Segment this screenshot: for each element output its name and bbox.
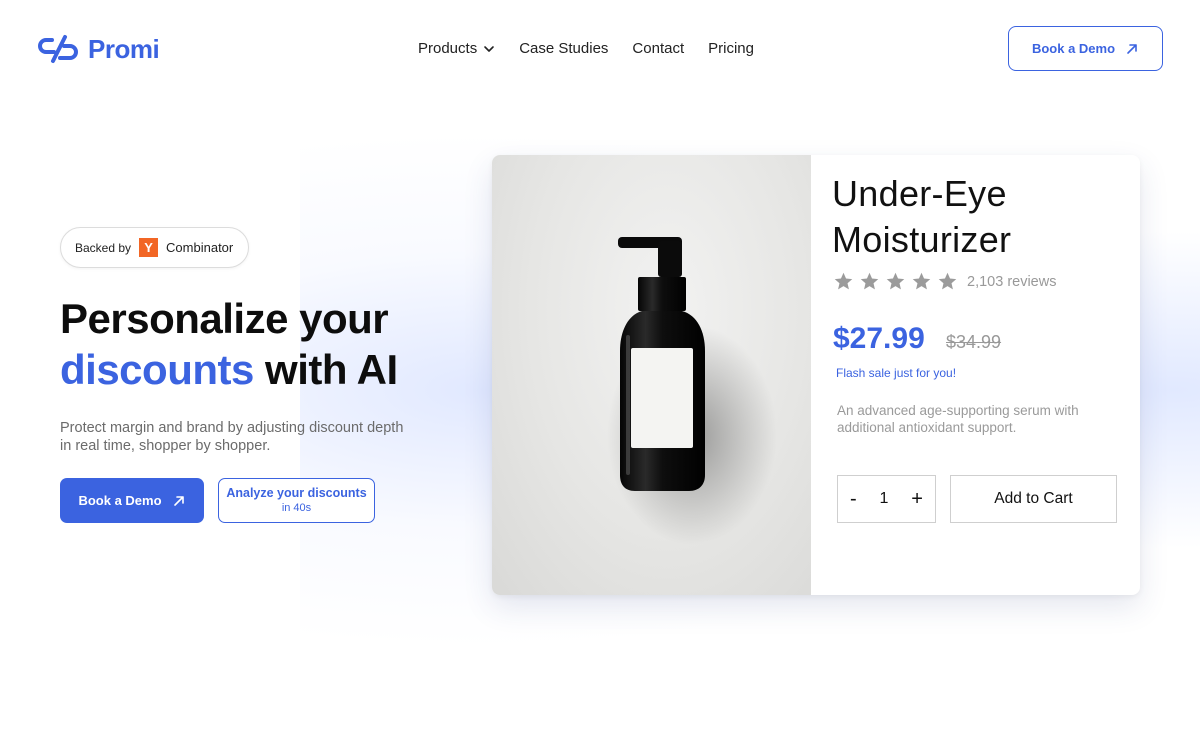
flash-sale-text: Flash sale just for you! (836, 366, 957, 380)
quantity-value[interactable]: 1 (880, 490, 889, 508)
nav-item-pricing[interactable]: Pricing (708, 40, 754, 57)
original-price: $34.99 (946, 332, 1002, 352)
analyze-discounts-button[interactable]: Analyze your discounts in 40s (218, 478, 375, 523)
button-label: Analyze your discounts (226, 485, 367, 500)
hero-headline: Personalize your discounts with AI (60, 293, 480, 395)
star-icon (912, 272, 931, 290)
product-info: Under-Eye Moisturizer 2,103 reviews $27.… (811, 155, 1140, 595)
brand-logo[interactable]: Promi (38, 32, 160, 66)
nav-item-contact[interactable]: Contact (632, 40, 684, 57)
nav-item-label: Pricing (708, 40, 754, 57)
headline-line-2: discounts with AI (60, 344, 480, 395)
arrow-up-right-icon (1127, 43, 1137, 54)
nav-item-label: Products (418, 40, 478, 57)
quantity-stepper: - 1 + (837, 475, 936, 523)
yc-badge: Backed by Y Combinator (60, 227, 249, 268)
nav-item-products[interactable]: Products (418, 40, 495, 57)
hero-subtitle: Protect margin and brand by adjusting di… (60, 420, 404, 454)
product-description: An advanced age-supporting serum with ad… (837, 403, 1079, 435)
button-sublabel: in 40s (281, 501, 312, 514)
quantity-increase-button[interactable]: + (911, 488, 923, 511)
pump-bottle-icon (607, 237, 777, 545)
star-icon (938, 272, 957, 290)
button-label: Book a Demo (78, 493, 162, 508)
headline-accent: discounts (60, 346, 254, 393)
headline-rest: with AI (253, 346, 398, 393)
badge-name: Combinator (166, 240, 234, 255)
chevron-down-icon (484, 45, 495, 52)
rating-stars: 2,103 reviews (833, 271, 1056, 292)
nav-item-label: Contact (632, 40, 685, 57)
star-icon (860, 272, 879, 290)
arrow-up-right-icon (173, 495, 184, 506)
quantity-decrease-button[interactable]: - (850, 488, 857, 511)
product-card: Under-Eye Moisturizer 2,103 reviews $27.… (492, 155, 1140, 595)
add-to-cart-button[interactable]: Add to Cart (950, 475, 1117, 523)
star-icon (886, 272, 905, 290)
current-price: $27.99 (833, 322, 925, 355)
reviews-count[interactable]: 2,103 reviews (967, 274, 1056, 290)
nav-item-case-studies[interactable]: Case Studies (519, 40, 608, 57)
header-book-demo-button[interactable]: Book a Demo (1008, 26, 1163, 71)
yc-logo-icon: Y (139, 238, 159, 257)
brand-name: Promi (88, 33, 160, 64)
book-demo-button[interactable]: Book a Demo (60, 478, 204, 523)
product-image (492, 155, 811, 595)
promi-logo-icon (38, 35, 79, 63)
star-icon (834, 272, 853, 290)
headline-line-1: Personalize your (60, 295, 389, 342)
product-title: Under-Eye Moisturizer (832, 173, 1012, 260)
main-nav: Products Case Studies Contact Pricing (418, 40, 754, 57)
nav-item-label: Case Studies (519, 40, 609, 57)
button-label: Book a Demo (1031, 41, 1116, 56)
badge-prefix: Backed by (75, 240, 132, 255)
